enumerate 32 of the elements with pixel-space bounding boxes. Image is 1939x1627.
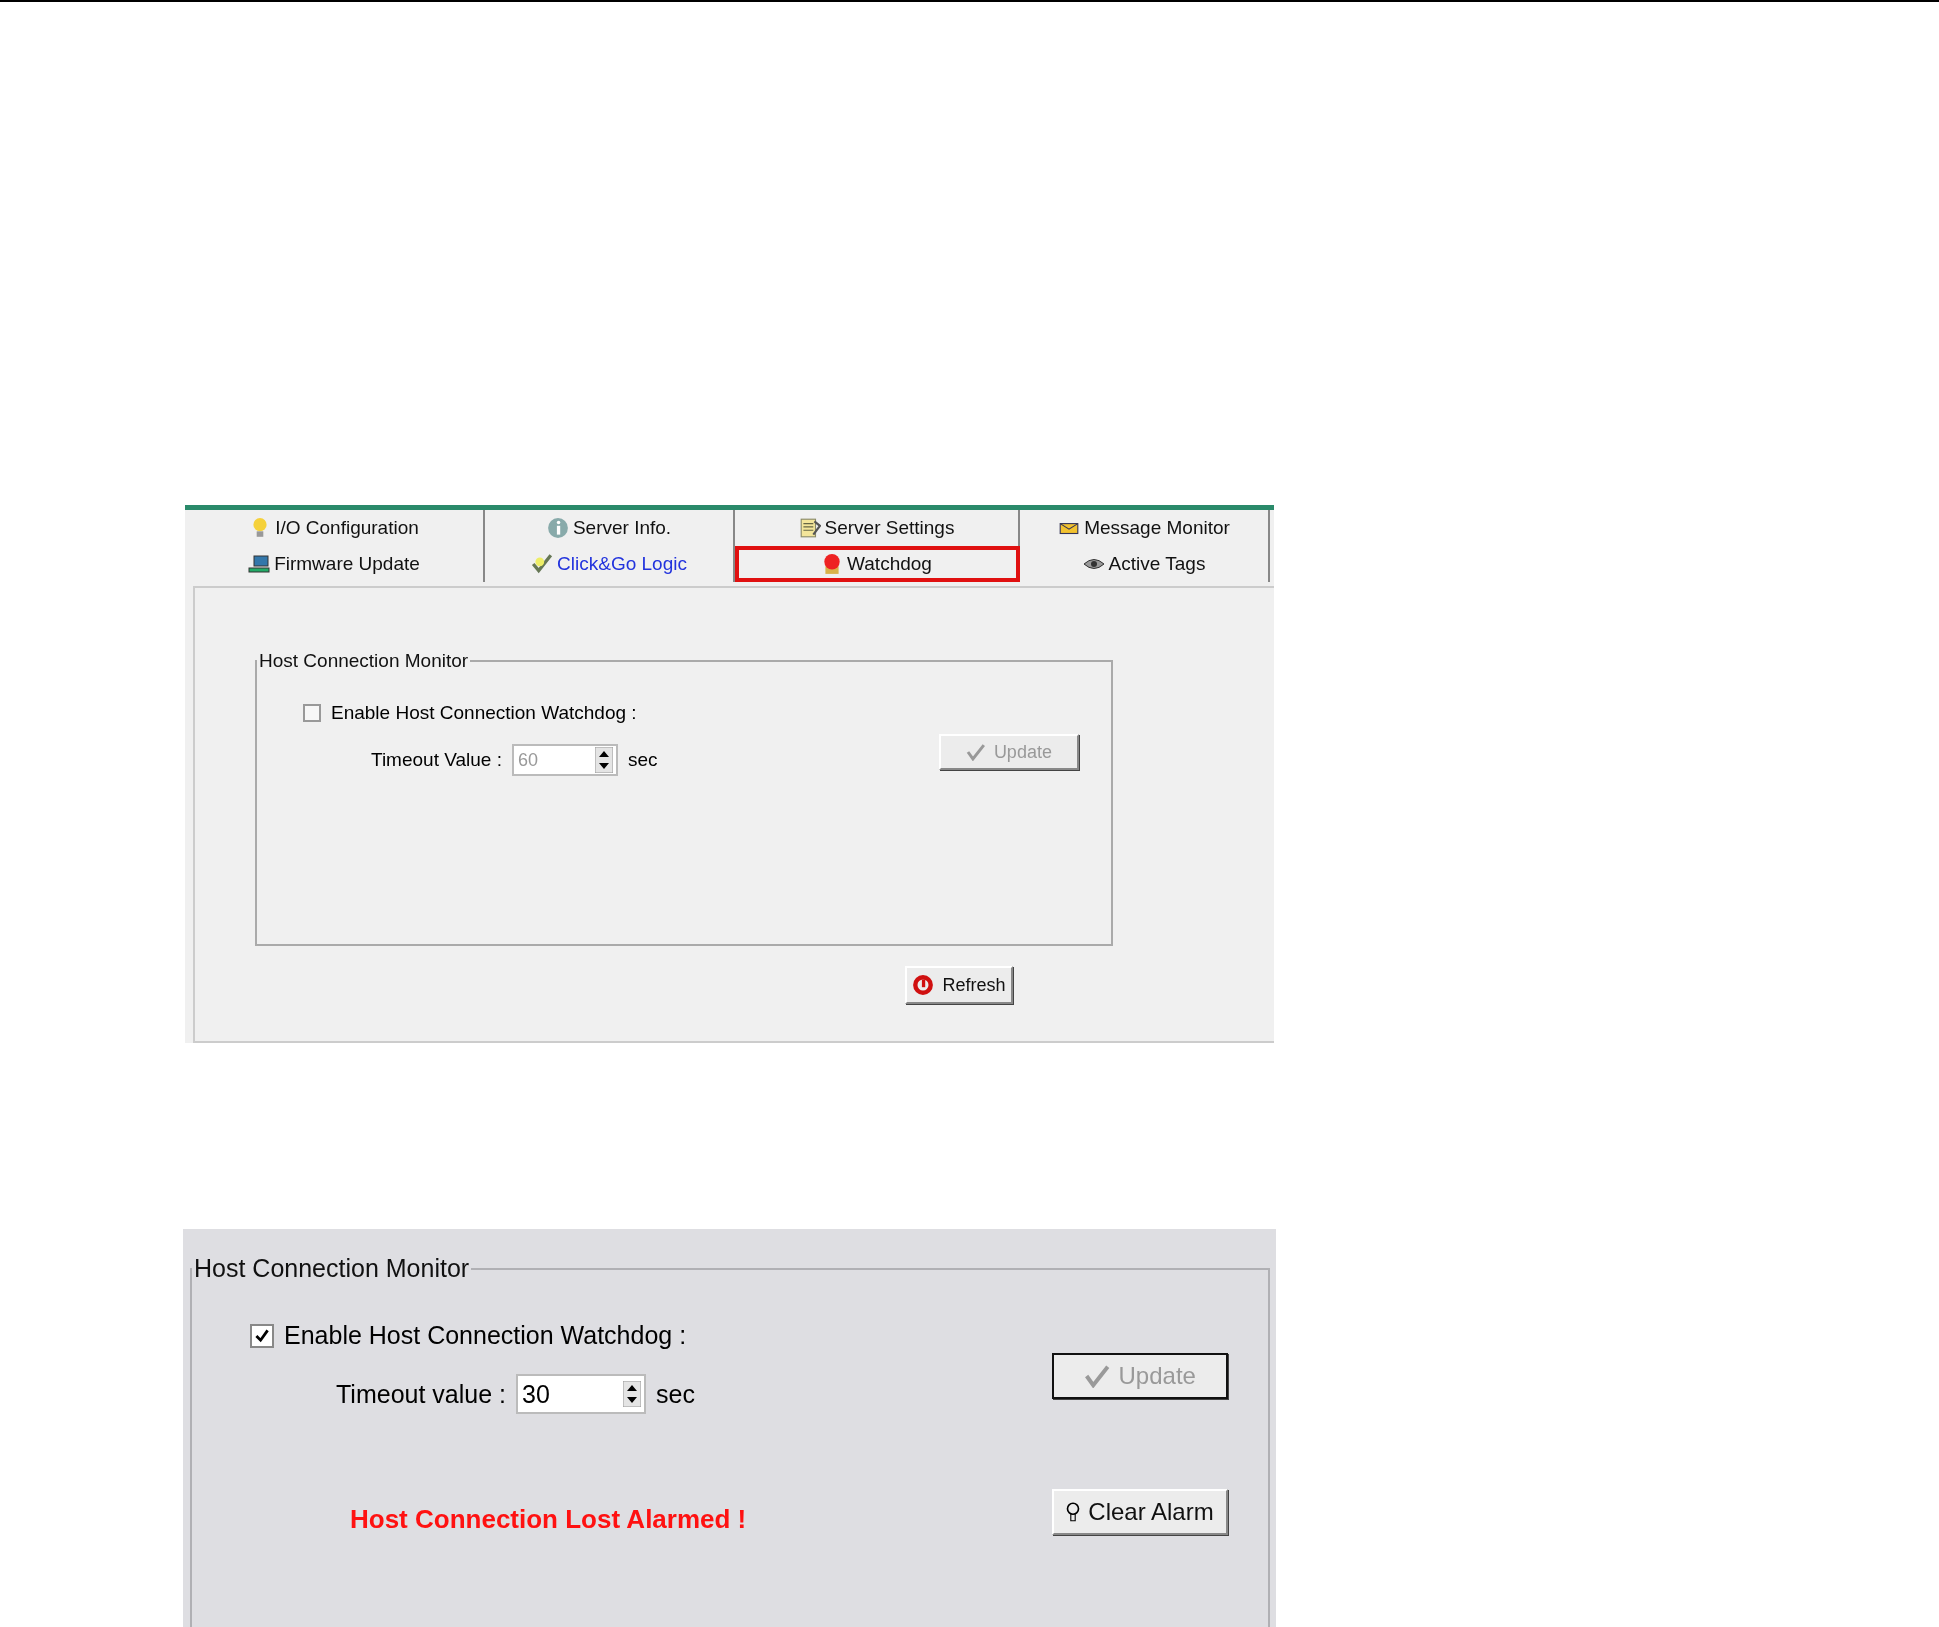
field-label: Timeout value : xyxy=(336,1379,506,1409)
tab[interactable]: Firmware Update xyxy=(185,546,485,582)
checkmark-icon xyxy=(531,553,554,575)
clear-alarm-button[interactable]: Clear Alarm xyxy=(1052,1489,1228,1535)
refresh-button[interactable]: Refresh xyxy=(905,966,1013,1004)
field-label: Timeout Value : xyxy=(371,749,502,771)
tab[interactable]: Server Settings xyxy=(735,510,1020,546)
tab[interactable]: Message Monitor xyxy=(1020,510,1270,546)
checkbox[interactable] xyxy=(303,704,321,722)
notepad-icon xyxy=(798,517,821,539)
unit-label: sec xyxy=(627,749,658,771)
group-title: Host Connection Monitor xyxy=(258,650,470,672)
tab[interactable]: I/O Configuration xyxy=(185,510,485,546)
computer-icon xyxy=(248,553,271,575)
checkmark-icon xyxy=(966,743,986,761)
tab[interactable]: Click&Go Logic xyxy=(485,546,735,582)
refresh-icon xyxy=(912,974,935,996)
timeout-spin-field[interactable]: 30 xyxy=(516,1374,646,1414)
checkmark-icon xyxy=(1084,1364,1111,1388)
tab[interactable]: Server Info. xyxy=(485,510,735,546)
spinner-arrows-icon[interactable] xyxy=(623,1381,641,1407)
checkbox-label: Enable Host Connection Watchdog : xyxy=(284,1321,687,1350)
checkbox-label: Enable Host Connection Watchdog : xyxy=(331,702,637,724)
tab[interactable]: Active Tags xyxy=(1020,546,1270,582)
alarm-message: Host Connection Lost Alarmed ! xyxy=(350,1504,748,1535)
info-icon xyxy=(546,517,569,539)
checkmark-icon xyxy=(255,1328,269,1343)
group-title: Host Connection Monitor xyxy=(193,1254,471,1283)
tab[interactable]: Watchdog xyxy=(735,546,1020,582)
lightbulb-icon xyxy=(1066,1501,1081,1523)
checkbox[interactable] xyxy=(250,1323,274,1348)
unit-label: sec xyxy=(656,1379,695,1409)
